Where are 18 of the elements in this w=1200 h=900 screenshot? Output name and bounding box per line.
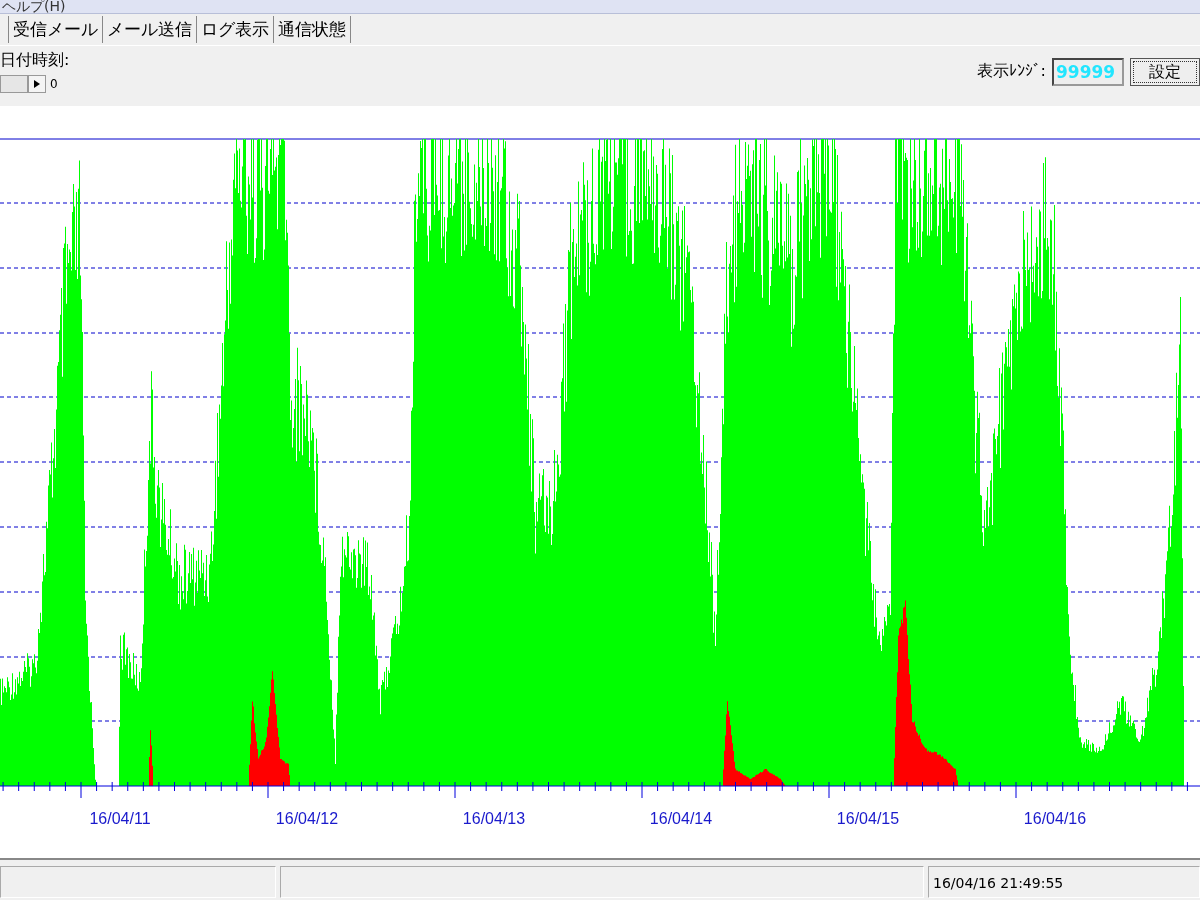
right-arrow-icon [34,80,40,88]
axis-label: 16/04/11 [89,810,151,827]
tab[interactable]: 通信状態 [273,16,351,43]
status-time: 16/04/16 21:49:55 [928,866,1200,898]
axis-label: 16/04/12 [275,810,339,827]
tab[interactable]: 受信メール [8,16,102,43]
range-label: 表示ﾚﾝｼﾞ: [976,60,1046,82]
axis-label: 16/04/14 [649,810,713,827]
menu-item[interactable]: ヘルプ(H) [0,0,66,13]
tab[interactable]: メール送信 [102,16,196,43]
tab[interactable]: ログ表示 [196,16,273,43]
set-button[interactable]: 設定 [1130,58,1200,86]
axis-label: 16/04/16 [1023,810,1087,827]
datetime-label: 日付時刻: [0,50,70,71]
axis-label: 16/04/13 [462,810,526,827]
axis-label: 16/04/15 [836,810,900,827]
scrollbar[interactable] [0,75,46,93]
scroll-value: 0 [50,77,58,91]
